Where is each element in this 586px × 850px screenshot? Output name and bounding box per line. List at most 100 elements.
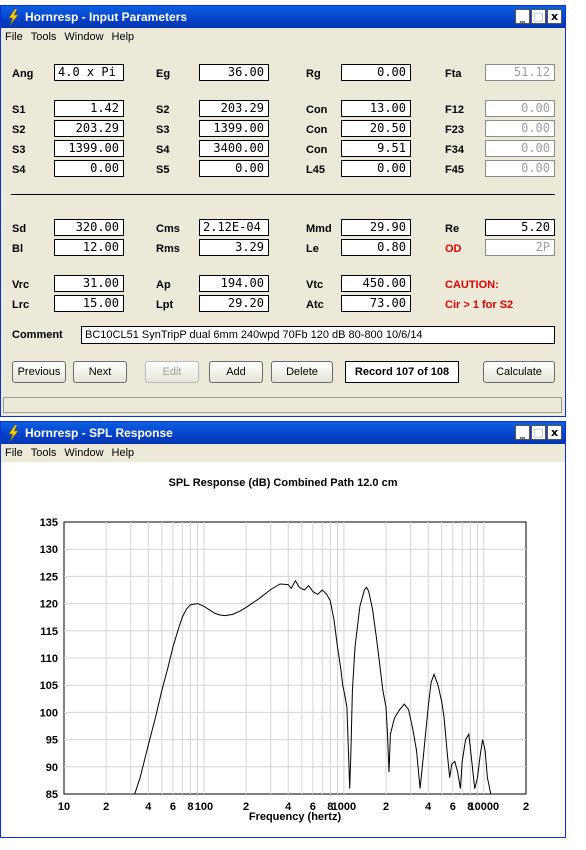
comment-field[interactable]: BC10CL51 SynTripP dual 6mm 240wpd 70Fb 1…	[81, 326, 555, 344]
next-button[interactable]: Next	[73, 361, 127, 383]
field-s4[interactable]: 0.00	[54, 160, 124, 177]
field-f45: 0.00	[485, 160, 555, 177]
label-s3: S3	[12, 144, 26, 156]
lightning-icon	[8, 425, 19, 441]
x-tick-label: 4	[425, 801, 432, 813]
title-bar[interactable]: Hornresp - Input Parameters _ □ x	[1, 6, 565, 28]
field-s4[interactable]: 3400.00	[199, 140, 269, 157]
field-od: 2P	[485, 239, 555, 256]
close-button[interactable]: x	[547, 425, 562, 440]
label-mmd: Mmd	[306, 223, 332, 235]
label-cms: Cms	[156, 223, 180, 235]
y-tick-label: 90	[46, 762, 58, 774]
menu-tools[interactable]: Tools	[31, 31, 57, 43]
status-bar	[3, 397, 562, 413]
field-atc[interactable]: 73.00	[341, 295, 411, 312]
x-tick-label: 6	[170, 801, 176, 813]
field-s3[interactable]: 1399.00	[199, 120, 269, 137]
y-tick-label: 95	[46, 735, 58, 747]
y-tick-label: 120	[40, 599, 58, 611]
y-tick-label: 105	[40, 680, 58, 692]
label-s3: S3	[156, 124, 170, 136]
field-l45[interactable]: 0.00	[341, 160, 411, 177]
label-con: Con	[306, 144, 328, 156]
field-eg[interactable]: 36.00	[199, 64, 269, 81]
field-f12: 0.00	[485, 100, 555, 117]
label-bl: Bl	[12, 243, 23, 255]
menu-tools[interactable]: Tools	[31, 447, 57, 459]
field-vtc[interactable]: 450.00	[341, 275, 411, 292]
field-con-3[interactable]: 9.51	[341, 140, 411, 157]
field-cms[interactable]: 2.12E-04	[199, 219, 269, 236]
x-tick-label: 8	[187, 801, 193, 813]
menu-bar: File Tools Window Help	[1, 28, 565, 46]
spl-chart: SPL Response (dB) Combined Path 12.0 cm …	[1, 462, 565, 837]
label-f45: F45	[445, 164, 464, 176]
label-f34: F34	[445, 144, 464, 156]
field-le[interactable]: 0.80	[341, 239, 411, 256]
field-vrc[interactable]: 31.00	[54, 275, 124, 292]
label-f12: F12	[445, 104, 464, 116]
maximize-button[interactable]: □	[531, 9, 546, 24]
field-con-1[interactable]: 13.00	[341, 100, 411, 117]
x-tick-label: 2	[383, 801, 389, 813]
field-rms[interactable]: 3.29	[199, 239, 269, 256]
y-tick-label: 135	[40, 517, 58, 529]
calculate-button[interactable]: Calculate	[483, 361, 555, 383]
caution-label: CAUTION:	[445, 279, 499, 291]
y-tick-label: 130	[40, 544, 58, 556]
field-s3[interactable]: 1399.00	[54, 140, 124, 157]
label-rms: Rms	[156, 243, 180, 255]
field-s1[interactable]: 1.42	[54, 100, 124, 117]
window-title: Hornresp - Input Parameters	[25, 10, 188, 24]
spl-response-window: Hornresp - SPL Response _ □ x File Tools…	[0, 421, 566, 838]
label-s2: S2	[12, 124, 26, 136]
record-indicator: Record 107 of 108	[345, 361, 459, 383]
previous-button[interactable]: Previous	[12, 361, 66, 383]
field-s2[interactable]: 203.29	[199, 100, 269, 117]
label-s1: S1	[12, 104, 26, 116]
menu-help[interactable]: Help	[112, 447, 135, 459]
label-atc: Atc	[306, 299, 324, 311]
field-lrc[interactable]: 15.00	[54, 295, 124, 312]
menu-window[interactable]: Window	[64, 447, 103, 459]
minimize-button[interactable]: _	[515, 425, 530, 440]
field-bl[interactable]: 12.00	[54, 239, 124, 256]
label-ap: Ap	[156, 279, 171, 291]
input-parameters-window: Hornresp - Input Parameters _ □ x File T…	[0, 5, 566, 417]
field-ang[interactable]: 4.0 x Pi	[54, 64, 124, 81]
field-mmd[interactable]: 29.90	[341, 219, 411, 236]
label-le: Le	[306, 243, 319, 255]
delete-button[interactable]: Delete	[271, 361, 333, 383]
close-button[interactable]: x	[547, 9, 562, 24]
separator-line	[11, 194, 555, 195]
x-tick-label: 100	[195, 801, 213, 813]
menu-window[interactable]: Window	[64, 31, 103, 43]
edit-button[interactable]: Edit	[145, 361, 199, 383]
lightning-icon	[8, 9, 19, 25]
field-con-2[interactable]: 20.50	[341, 120, 411, 137]
menu-file[interactable]: File	[5, 31, 23, 43]
field-re[interactable]: 5.20	[485, 219, 555, 236]
label-od: OD	[445, 243, 462, 255]
field-s5[interactable]: 0.00	[199, 160, 269, 177]
add-button[interactable]: Add	[209, 361, 263, 383]
field-fta: 51.12	[485, 64, 555, 81]
field-sd[interactable]: 320.00	[54, 219, 124, 236]
window-controls: _ □ x	[515, 425, 562, 440]
minimize-button[interactable]: _	[515, 9, 530, 24]
label-re: Re	[445, 223, 460, 235]
label-sd: Sd	[12, 223, 27, 235]
menu-bar: File Tools Window Help	[1, 444, 565, 462]
maximize-button[interactable]: □	[531, 425, 546, 440]
menu-help[interactable]: Help	[112, 31, 135, 43]
field-rg[interactable]: 0.00	[341, 64, 411, 81]
label-lrc: Lrc	[12, 299, 30, 311]
label-rg: Rg	[306, 68, 321, 80]
menu-file[interactable]: File	[5, 447, 23, 459]
field-s2[interactable]: 203.29	[54, 120, 124, 137]
field-ap[interactable]: 194.00	[199, 275, 269, 292]
x-tick-label: 4	[145, 801, 152, 813]
title-bar[interactable]: Hornresp - SPL Response _ □ x	[1, 422, 565, 444]
field-lpt[interactable]: 29.20	[199, 295, 269, 312]
